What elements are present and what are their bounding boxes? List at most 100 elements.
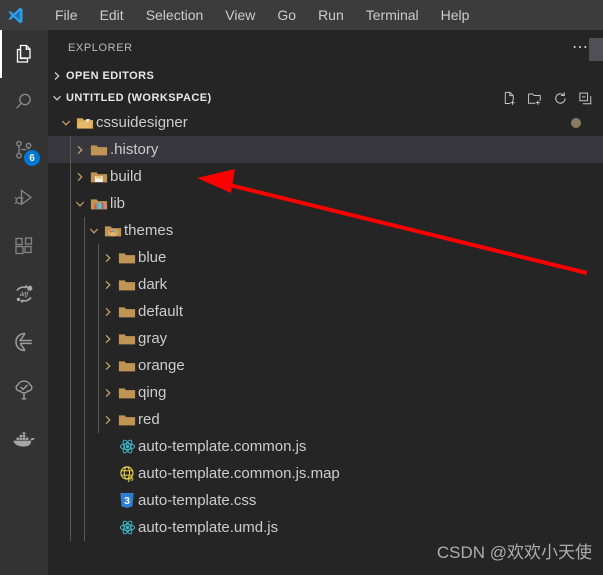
activity-item-extensions[interactable] — [0, 222, 48, 270]
activity-item-run-and-debug[interactable] — [0, 174, 48, 222]
chevron-right-icon — [72, 163, 88, 190]
watermark-text: CSDN @欢欢小天使 — [436, 543, 592, 562]
folder-root-icon — [74, 109, 96, 136]
file-tree: cssuidesigner .history build lib themes blue d… — [48, 109, 603, 541]
tree-row-label: auto-template.umd.js — [138, 519, 279, 536]
tree-arrow-spacer — [100, 487, 116, 514]
chevron-right-icon — [100, 379, 116, 406]
menu-run[interactable]: Run — [307, 0, 355, 30]
folder-plain-icon — [116, 298, 138, 325]
tree-row-label: default — [138, 303, 184, 320]
activity-item-source-control[interactable]: 6 — [0, 126, 48, 174]
tree-row-themes[interactable]: themes — [48, 217, 603, 244]
folder-plain-icon — [88, 136, 110, 163]
chevron-right-icon — [48, 71, 66, 81]
tree-row-build[interactable]: build — [48, 163, 603, 190]
tree-row-label: dark — [138, 276, 168, 293]
activity-item-search[interactable] — [0, 78, 48, 126]
tree-row-default[interactable]: default — [48, 298, 603, 325]
menu-view[interactable]: View — [214, 0, 266, 30]
tree-row-dark[interactable]: dark — [48, 271, 603, 298]
tree-row-qing[interactable]: qing — [48, 379, 603, 406]
sidebar-scrollbar[interactable] — [589, 38, 603, 61]
menu-edit[interactable]: Edit — [89, 0, 135, 30]
new-file-icon[interactable] — [502, 91, 517, 106]
folder-plain-icon — [116, 325, 138, 352]
tree-row-label: auto-template.css — [138, 492, 257, 509]
menu-selection[interactable]: Selection — [135, 0, 215, 30]
tree-row-gray[interactable]: gray — [48, 325, 603, 352]
tree-row-label: themes — [124, 222, 174, 239]
new-folder-icon[interactable] — [527, 91, 543, 106]
react-js-icon — [116, 433, 138, 460]
vscode-window: File Edit Selection View Go Run Terminal… — [0, 0, 603, 575]
collapse-all-icon[interactable] — [578, 91, 593, 106]
activity-item-docker[interactable] — [0, 414, 48, 462]
vscode-logo-icon — [0, 0, 30, 30]
refresh-icon[interactable] — [553, 91, 568, 106]
tree-arrow-spacer — [100, 460, 116, 487]
menu-file[interactable]: File — [44, 0, 89, 30]
chevron-right-icon — [100, 298, 116, 325]
tree-row-auto-template-umd-js[interactable]: auto-template.umd.js — [48, 514, 603, 541]
svg-text:diff: diff — [20, 291, 29, 298]
tree-row-lib[interactable]: lib — [48, 190, 603, 217]
menu-bar: File Edit Selection View Go Run Terminal… — [44, 0, 480, 30]
search-icon — [16, 93, 31, 109]
folder-plain-icon — [116, 271, 138, 298]
tree-row-red[interactable]: red — [48, 406, 603, 433]
tree-row-label: gray — [138, 330, 168, 347]
extensions-icon — [15, 237, 33, 255]
section-workspace-label: UNTITLED (WORKSPACE) — [66, 92, 212, 104]
chevron-down-icon — [58, 109, 74, 136]
chevron-down-icon — [86, 217, 102, 244]
menu-go[interactable]: Go — [266, 0, 307, 30]
react-js-icon — [116, 514, 138, 541]
folder-plain-icon — [116, 352, 138, 379]
folder-plain-icon — [116, 379, 138, 406]
tree-row-orange[interactable]: orange — [48, 352, 603, 379]
docker-whale-icon — [13, 432, 35, 447]
tree-arrow-spacer — [100, 433, 116, 460]
section-workspace[interactable]: UNTITLED (WORKSPACE) — [48, 87, 603, 109]
tree-row-label: auto-template.common.js — [138, 438, 307, 455]
chevron-down-icon — [72, 190, 88, 217]
activity-item-diff-tool[interactable]: diff — [0, 270, 48, 318]
tree-row-label: .history — [110, 141, 159, 158]
tree-row-auto-template-common-js[interactable]: auto-template.common.js — [48, 433, 603, 460]
chevron-right-icon — [100, 244, 116, 271]
menu-help[interactable]: Help — [430, 0, 481, 30]
ellipsis-icon[interactable]: ⋯ — [572, 39, 589, 55]
sidebar-header: EXPLORER ⋯ — [48, 30, 603, 65]
css3-icon: 3 — [116, 487, 138, 514]
eclipse-icon — [15, 332, 32, 352]
tree-indent-guide — [84, 217, 85, 541]
workspace-action-bar — [502, 91, 593, 106]
tree-row-label: blue — [138, 249, 167, 266]
tree-row-label: cssuidesigner — [96, 114, 188, 131]
explorer-sidebar: EXPLORER ⋯ OPEN EDITORS UNTITLED (WORKSP… — [48, 30, 603, 575]
tree-row-label: qing — [138, 384, 167, 401]
activity-item-project-tree[interactable] — [0, 366, 48, 414]
chevron-right-icon — [100, 325, 116, 352]
tree-row-history[interactable]: .history — [48, 136, 603, 163]
chevron-right-icon — [100, 406, 116, 433]
unsaved-indicator-dot — [571, 117, 581, 128]
tree-arrow-spacer — [100, 514, 116, 541]
svg-text:3: 3 — [124, 495, 130, 507]
menu-terminal[interactable]: Terminal — [355, 0, 430, 30]
tree-row-auto-template-common-js-map[interactable]: js auto-template.common.js.map — [48, 460, 603, 487]
activity-item-eclipse[interactable] — [0, 318, 48, 366]
section-open-editors[interactable]: OPEN EDITORS — [48, 65, 603, 87]
tree-row-label: orange — [138, 357, 185, 374]
chevron-down-icon — [48, 93, 66, 103]
tree-row-blue[interactable]: blue — [48, 244, 603, 271]
tree-row-cssuidesigner[interactable]: cssuidesigner — [48, 109, 603, 136]
sidebar-title: EXPLORER — [68, 41, 133, 54]
tree-indent-guide — [70, 136, 71, 541]
run-debug-icon — [14, 189, 33, 206]
source-control-badge: 6 — [24, 150, 40, 166]
tree-row-auto-template-css[interactable]: 3 auto-template.css — [48, 487, 603, 514]
activity-item-explorer[interactable] — [0, 30, 48, 78]
svg-text:js: js — [126, 475, 133, 482]
